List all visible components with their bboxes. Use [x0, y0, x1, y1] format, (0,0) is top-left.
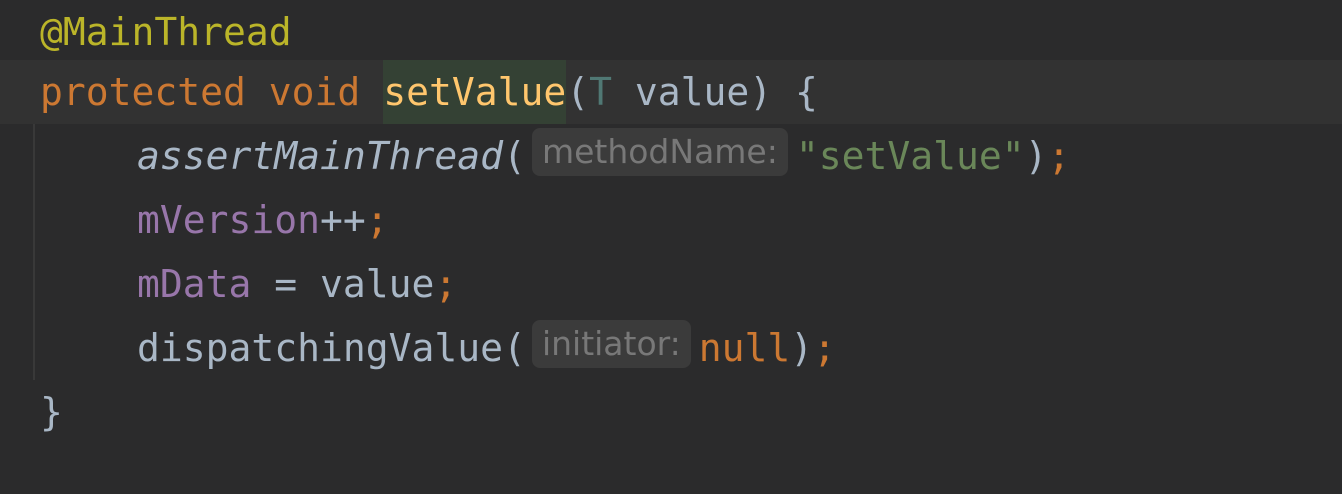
code-line-data-assign[interactable]: mData = value;	[0, 252, 1342, 316]
paren-open: (	[503, 326, 526, 370]
line-content: assertMainThread(methodName: "setValue");	[137, 124, 1070, 188]
type-parameter: T	[589, 70, 613, 114]
code-line-method-signature[interactable]: protected void setValue(T value) {	[0, 60, 1342, 124]
parameter-name-hint: methodName:	[531, 128, 788, 176]
paren-close-brace: ) {	[749, 70, 818, 114]
annotation-token: @MainThread	[40, 10, 292, 54]
code-line-assert[interactable]: assertMainThread(methodName: "setValue");	[0, 124, 1342, 188]
semicolon: ;	[434, 262, 458, 306]
parameter-name: value	[612, 70, 750, 114]
semicolon: ;	[365, 198, 389, 242]
static-method-call: assertMainThread	[137, 134, 504, 178]
code-line-closing-brace[interactable]: }	[0, 380, 1342, 444]
paren-close: )	[1024, 134, 1048, 178]
method-call: dispatchingValue	[137, 326, 504, 370]
line-content: mVersion++;	[137, 188, 389, 252]
line-content: }	[40, 380, 63, 444]
field-reference: mData	[137, 262, 252, 306]
string-literal: "setValue"	[795, 134, 1025, 178]
method-name-highlighted[interactable]: setValue	[383, 60, 567, 124]
closing-brace: }	[40, 390, 63, 434]
code-line-dispatch[interactable]: dispatchingValue(initiator: null);	[0, 316, 1342, 380]
operator: ++	[320, 198, 366, 242]
null-literal: null	[698, 326, 791, 370]
paren-open: (	[566, 70, 590, 114]
paren-open: (	[503, 134, 526, 178]
code-editor[interactable]: @MainThread protected void setValue(T va…	[0, 0, 1342, 494]
parameter-name-hint: initiator:	[531, 320, 691, 368]
paren-close: )	[790, 326, 814, 370]
semicolon: ;	[813, 326, 837, 370]
assignment-expression: = value	[251, 262, 435, 306]
keyword-protected: protected	[40, 70, 246, 114]
code-line-version-increment[interactable]: mVersion++;	[0, 188, 1342, 252]
line-content: mData = value;	[137, 252, 457, 316]
semicolon: ;	[1047, 134, 1071, 178]
line-content: dispatchingValue(initiator: null);	[137, 316, 836, 380]
line-content: protected void setValue(T value) {	[40, 60, 818, 124]
field-reference: mVersion	[137, 198, 321, 242]
keyword-void: void	[268, 70, 361, 114]
line-content: @MainThread	[40, 0, 292, 64]
code-line-annotation[interactable]: @MainThread	[0, 0, 1342, 64]
